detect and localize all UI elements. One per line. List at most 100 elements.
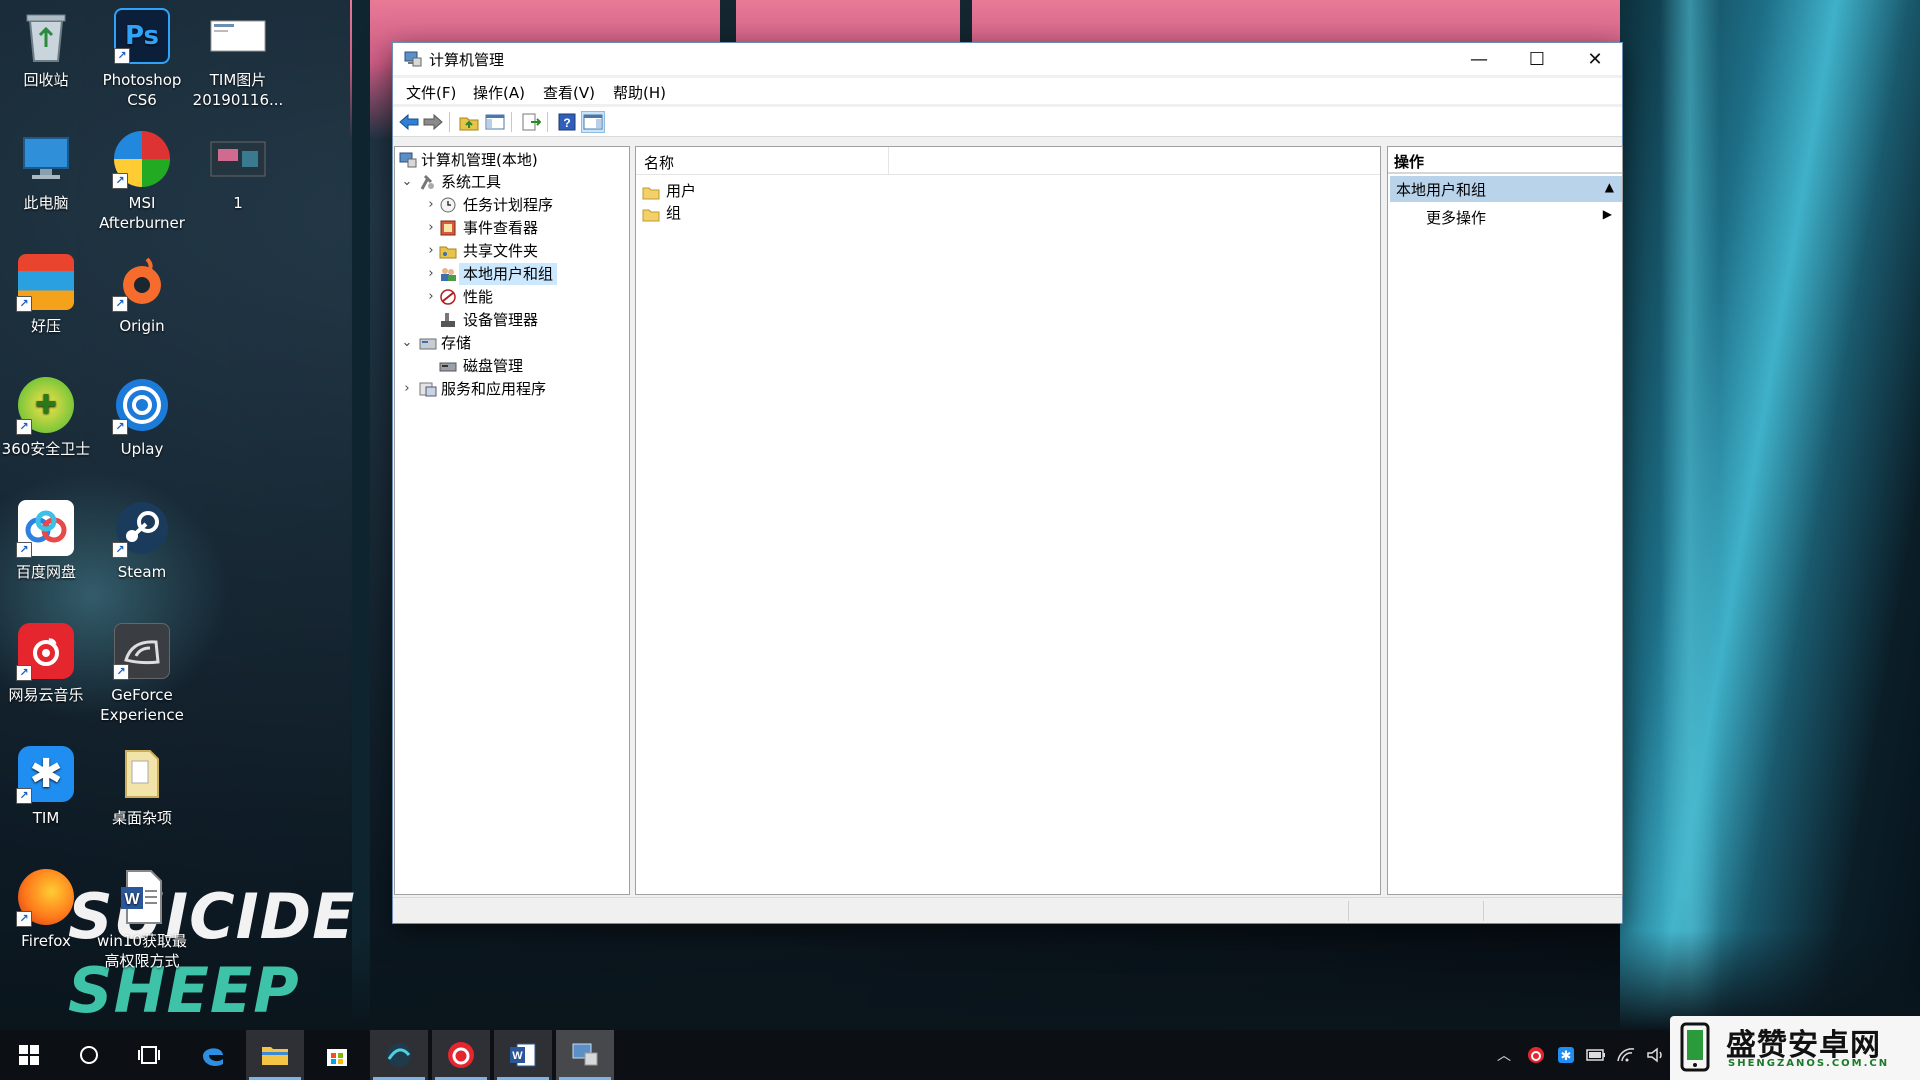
back-button[interactable]	[397, 111, 421, 133]
desktop-icon-this-pc[interactable]: 此电脑	[0, 131, 94, 213]
taskbar-netease-music[interactable]	[432, 1030, 490, 1080]
desktop-icon-label: 1	[233, 194, 243, 212]
taskbar-edge[interactable]	[184, 1030, 242, 1080]
store-icon	[327, 1049, 347, 1066]
desktop-icon-word-doc[interactable]: W win10获取最 高权限方式	[94, 869, 190, 971]
taskbar-store[interactable]	[308, 1030, 366, 1080]
expand-chevron-right-icon[interactable]: ›	[425, 240, 437, 262]
export-list-button[interactable]	[519, 111, 543, 133]
show-hide-action-pane-button[interactable]	[581, 111, 605, 133]
storage-icon	[419, 335, 437, 351]
up-button[interactable]	[457, 111, 481, 133]
expand-chevron-down-icon[interactable]: ⌄	[401, 332, 413, 354]
services-apps-icon	[419, 381, 437, 397]
minimize-button[interactable]: —	[1450, 43, 1508, 75]
status-bar	[393, 897, 1622, 923]
menu-file[interactable]: 文件(F)	[406, 82, 456, 103]
menu-view[interactable]: 查看(V)	[543, 82, 595, 103]
toolbar: ?	[393, 107, 1622, 137]
desktop-icon-uplay[interactable]: ↗ Uplay	[94, 377, 190, 459]
taskbar-file-explorer[interactable]	[246, 1030, 304, 1080]
desktop-icon-origin[interactable]: ↗ Origin	[94, 254, 190, 336]
site-watermark: 盛赞安卓网 SHENGZANOS.COM.CN	[1670, 1016, 1920, 1080]
tim-tray-icon: ✱	[1558, 1047, 1574, 1064]
desktop-icon-label: Photoshop CS6	[102, 71, 182, 109]
shortcut-arrow-icon: ↗	[16, 665, 32, 681]
desktop-icon-recycle-bin[interactable]: 回收站	[0, 8, 94, 90]
forward-icon	[423, 114, 443, 130]
expand-chevron-right-icon[interactable]: ›	[425, 286, 437, 308]
desktop-icon-image-1[interactable]: 1	[190, 131, 286, 213]
tray-tim[interactable]: ✱	[1552, 1030, 1580, 1080]
tray-volume[interactable]	[1642, 1030, 1670, 1080]
desktop-icon-geforce[interactable]: ↗ GeForce Experience	[94, 623, 190, 725]
360-security-icon: ✚ ↗	[16, 377, 74, 435]
expand-chevron-right-icon[interactable]: ›	[425, 217, 437, 239]
status-bar-divider	[1348, 901, 1349, 921]
desktop-icon-tim-image[interactable]: TIM图片 20190116...	[190, 8, 286, 110]
desktop-icon-label: 回收站	[23, 71, 69, 89]
desktop-icon-label: 360安全卫士	[1, 440, 91, 458]
netease-music-icon	[448, 1042, 474, 1068]
column-divider[interactable]	[888, 147, 889, 175]
menu-action[interactable]: 操作(A)	[473, 82, 525, 103]
tree-item-label: 设备管理器	[463, 311, 539, 329]
more-actions-item[interactable]: 更多操作	[1426, 207, 1486, 228]
desktop-icon-label: TIM	[32, 809, 60, 827]
collapse-caret-up-icon[interactable]: ▲	[1605, 180, 1614, 194]
status-bar-divider	[1483, 901, 1484, 921]
shortcut-arrow-icon: ↗	[16, 419, 32, 435]
submenu-arrow-right-icon[interactable]: ▶	[1603, 207, 1612, 221]
desktop-icon-tim[interactable]: ✱ ↗ TIM	[0, 746, 94, 828]
desktop-icon-label: Origin	[119, 317, 165, 335]
expand-chevron-right-icon[interactable]: ›	[425, 263, 437, 285]
list-item-label: 组	[666, 204, 682, 222]
forward-button[interactable]	[421, 111, 445, 133]
actions-section-local-users-groups[interactable]: 本地用户和组 ▲	[1390, 176, 1622, 202]
taskbar-browser[interactable]	[370, 1030, 428, 1080]
desktop-icon-msi-afterburner[interactable]: ↗ MSI Afterburner	[94, 131, 190, 233]
help-button[interactable]: ?	[555, 111, 579, 133]
wallpaper-curtain-highlight	[1660, 0, 1720, 1030]
tray-battery[interactable]	[1582, 1030, 1610, 1080]
desktop-icon-baidu-netdisk[interactable]: ↗ 百度网盘	[0, 500, 94, 582]
expand-chevron-right-icon[interactable]: ›	[401, 378, 413, 400]
window-titlebar[interactable]: 计算机管理 — ☐ ✕	[393, 43, 1622, 75]
close-button[interactable]: ✕	[1566, 43, 1624, 75]
desktop-icon-label: TIM图片 20190116...	[192, 71, 284, 109]
show-hide-tree-button[interactable]	[483, 111, 507, 133]
expand-chevron-down-icon[interactable]: ⌄	[401, 171, 413, 193]
tree-item-label: 共享文件夹	[463, 242, 539, 260]
word-icon: W	[510, 1043, 536, 1067]
task-view-button[interactable]	[120, 1030, 178, 1080]
desktop-icon-photoshop[interactable]: Ps ↗ Photoshop CS6	[94, 8, 190, 110]
netease-music-icon: ↗	[16, 623, 74, 681]
taskbar-word[interactable]: W	[494, 1030, 552, 1080]
desktop-icon-desktop-misc[interactable]: 桌面杂项	[94, 746, 190, 828]
actions-pane: 操作 本地用户和组 ▲ 更多操作 ▶	[1387, 146, 1623, 895]
show-hidden-icons-button[interactable]: ︿	[1490, 1030, 1518, 1080]
desktop-icon-360[interactable]: ✚ ↗ 360安全卫士	[0, 377, 94, 459]
tray-netease-music[interactable]	[1522, 1030, 1550, 1080]
desktop-icon-haozip[interactable]: ↗ 好压	[0, 254, 94, 336]
svg-text:✱: ✱	[1561, 1049, 1572, 1064]
column-name-header[interactable]: 名称	[644, 152, 674, 173]
tray-wifi[interactable]	[1612, 1030, 1640, 1080]
tree-item-label: 计算机管理(本地)	[421, 151, 538, 169]
start-button[interactable]	[0, 1030, 58, 1080]
taskbar-computer-management[interactable]	[556, 1030, 614, 1080]
up-folder-icon	[459, 117, 479, 131]
menu-help[interactable]: 帮助(H)	[613, 82, 666, 103]
desktop-icon-label: 好压	[30, 317, 61, 335]
folder-icon	[642, 206, 660, 222]
desktop-icon-netease-music[interactable]: ↗ 网易云音乐	[0, 623, 94, 705]
search-button[interactable]	[60, 1030, 118, 1080]
desktop-icon-steam[interactable]: ↗ Steam	[94, 500, 190, 582]
expand-chevron-right-icon[interactable]: ›	[425, 194, 437, 216]
desktop-icon-firefox[interactable]: ↗ Firefox	[0, 869, 94, 951]
maximize-button[interactable]: ☐	[1508, 43, 1566, 75]
volume-icon	[1647, 1047, 1662, 1063]
console-tree: 计算机管理(本地) ⌄ 系统工具 › 任务计划程序 › 事件查看器 › 共享文件…	[394, 146, 630, 895]
svg-text:?: ?	[563, 116, 570, 130]
show-hidden-icons-chevron: ︿	[1497, 1048, 1511, 1064]
